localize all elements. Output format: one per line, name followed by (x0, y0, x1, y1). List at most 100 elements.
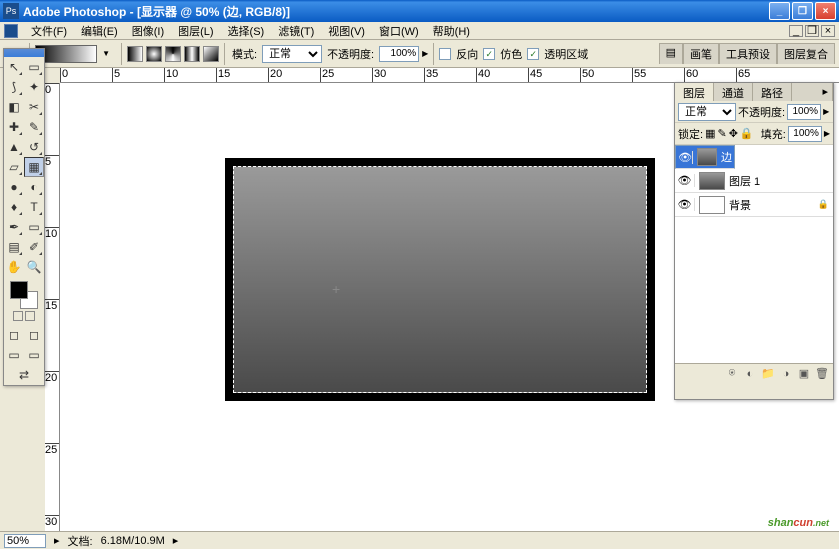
layer-item[interactable]: 👁 边 (675, 145, 735, 169)
gradient-radial-icon[interactable] (146, 46, 162, 62)
minimize-button[interactable]: _ (769, 2, 790, 20)
screen-standard[interactable]: ▭ (4, 345, 24, 365)
menu-help[interactable]: 帮助(H) (426, 22, 477, 40)
delete-layer-icon[interactable]: 🗑 (815, 367, 829, 380)
layer-thumbnail[interactable] (699, 196, 725, 214)
opacity-arrow-icon[interactable]: ▶ (422, 49, 428, 58)
swap-colors-icon[interactable] (25, 311, 35, 321)
tab-channels[interactable]: 通道 (714, 83, 753, 101)
layer-item[interactable]: 👁 图层 1 (675, 169, 833, 193)
lock-move-icon[interactable]: ✥ (729, 127, 738, 140)
healing-tool[interactable]: ✚ (4, 117, 24, 137)
layer-name[interactable]: 边 (721, 149, 732, 165)
menu-file[interactable]: 文件(F) (24, 22, 74, 40)
visibility-icon[interactable]: 👁 (675, 174, 695, 187)
quickmask-on[interactable]: ◻ (24, 325, 44, 345)
shape-tool[interactable]: ▭ (24, 217, 44, 237)
stamp-tool[interactable]: ▲ (4, 137, 24, 157)
visibility-icon[interactable]: 👁 (675, 198, 695, 211)
menu-edit[interactable]: 编辑(E) (74, 22, 125, 40)
lock-all-icon[interactable]: 🔒 (740, 127, 754, 140)
default-colors-icon[interactable] (13, 311, 23, 321)
layer-name[interactable]: 背景 (729, 197, 751, 213)
palette-well-icon[interactable]: ▤ (659, 43, 683, 64)
new-adjust-icon[interactable]: ◑ (779, 368, 793, 380)
gradient-angle-icon[interactable] (165, 46, 181, 62)
lock-trans-icon[interactable]: ▦ (705, 127, 715, 140)
screen-full-menus[interactable]: ▭ (24, 345, 44, 365)
gradient-linear-icon[interactable] (127, 46, 143, 62)
blur-tool[interactable]: ● (4, 177, 24, 197)
document-canvas[interactable]: + (225, 158, 655, 401)
panel-menu-icon[interactable]: ▸ (818, 83, 833, 101)
layer-blend-select[interactable]: 正常 (678, 103, 736, 121)
eyedropper-tool[interactable]: ✐ (24, 237, 44, 257)
move-tool[interactable]: ↖ (4, 57, 24, 77)
maximize-button[interactable]: ❐ (792, 2, 813, 20)
eraser-tool[interactable]: ▱ (4, 157, 24, 177)
ruler-vertical[interactable]: 051015202530 (45, 83, 60, 543)
fill-flyout-icon[interactable]: ▶ (824, 129, 830, 138)
transparency-checkbox[interactable]: ✓ (527, 48, 539, 60)
wand-tool[interactable]: ✦ (24, 77, 44, 97)
slice-tool[interactable]: ✂ (24, 97, 44, 117)
new-set-icon[interactable]: 📁 (761, 367, 775, 380)
gradient-tool[interactable]: ▦ (24, 157, 44, 177)
color-swatch[interactable] (10, 281, 38, 309)
tab-paths[interactable]: 路径 (753, 83, 792, 101)
pen-tool[interactable]: ✒ (4, 217, 24, 237)
doc-restore-button[interactable]: ❐ (805, 25, 819, 37)
tab-layers[interactable]: 图层 (675, 83, 714, 101)
layer-thumbnail[interactable] (699, 172, 725, 190)
history-brush-tool[interactable]: ↺ (24, 137, 44, 157)
zoom-field[interactable]: 50% (4, 534, 46, 548)
marquee-tool[interactable]: ▭ (24, 57, 44, 77)
layer-name[interactable]: 图层 1 (729, 173, 760, 189)
gradient-reflected-icon[interactable] (184, 46, 200, 62)
path-tool[interactable]: ♦ (4, 197, 24, 217)
menu-select[interactable]: 选择(S) (221, 22, 272, 40)
tab-layer-comps[interactable]: 图层复合 (777, 43, 835, 64)
notes-tool[interactable]: ▤ (4, 237, 24, 257)
doc-info-icon[interactable]: ▸ (54, 534, 60, 547)
zoom-tool[interactable]: 🔍 (24, 257, 44, 277)
ps-menu-icon[interactable] (4, 24, 18, 38)
tab-brushes[interactable]: 画笔 (683, 43, 719, 64)
lasso-tool[interactable]: ⟆ (4, 77, 24, 97)
dither-checkbox[interactable]: ✓ (483, 48, 495, 60)
menu-window[interactable]: 窗口(W) (372, 22, 426, 40)
type-tool[interactable]: T (24, 197, 44, 217)
jump-imageready[interactable]: ⇄ (4, 365, 44, 385)
layer-mask-icon[interactable]: ◐ (743, 368, 757, 380)
hand-tool[interactable]: ✋ (4, 257, 24, 277)
toolbox-header[interactable] (4, 49, 44, 57)
blend-mode-select[interactable]: 正常 (262, 45, 322, 63)
new-layer-icon[interactable]: ▣ (797, 367, 811, 380)
reverse-checkbox[interactable] (439, 48, 451, 60)
menu-layer[interactable]: 图层(L) (171, 22, 220, 40)
visibility-icon[interactable]: 👁 (678, 151, 693, 164)
layer-opacity-input[interactable] (787, 104, 821, 120)
opacity-input[interactable] (379, 46, 419, 62)
doc-minimize-button[interactable]: _ (789, 25, 803, 37)
opacity-flyout-icon[interactable]: ▶ (823, 107, 829, 116)
fill-input[interactable] (788, 126, 822, 142)
close-button[interactable]: × (815, 2, 836, 20)
brush-tool[interactable]: ✎ (24, 117, 44, 137)
dodge-tool[interactable]: ◐ (24, 177, 44, 197)
gradient-diamond-icon[interactable] (203, 46, 219, 62)
layer-fx-icon[interactable]: ⍟ (725, 367, 739, 380)
foreground-color[interactable] (10, 281, 28, 299)
doc-close-button[interactable]: × (821, 25, 835, 37)
ruler-horizontal[interactable]: 05101520253035404550556065 (60, 68, 839, 83)
lock-paint-icon[interactable]: ✎ (717, 127, 726, 140)
menu-filter[interactable]: 滤镜(T) (271, 22, 321, 40)
quickmask-off[interactable]: ◻ (4, 325, 24, 345)
layer-thumbnail[interactable] (697, 148, 717, 166)
layer-item[interactable]: 👁 背景 🔒 (675, 193, 833, 217)
menu-view[interactable]: 视图(V) (321, 22, 372, 40)
menu-image[interactable]: 图像(I) (125, 22, 171, 40)
tab-tool-presets[interactable]: 工具预设 (719, 43, 777, 64)
doc-info-arrow-icon[interactable]: ▸ (173, 534, 179, 547)
crop-tool[interactable]: ◧ (4, 97, 24, 117)
